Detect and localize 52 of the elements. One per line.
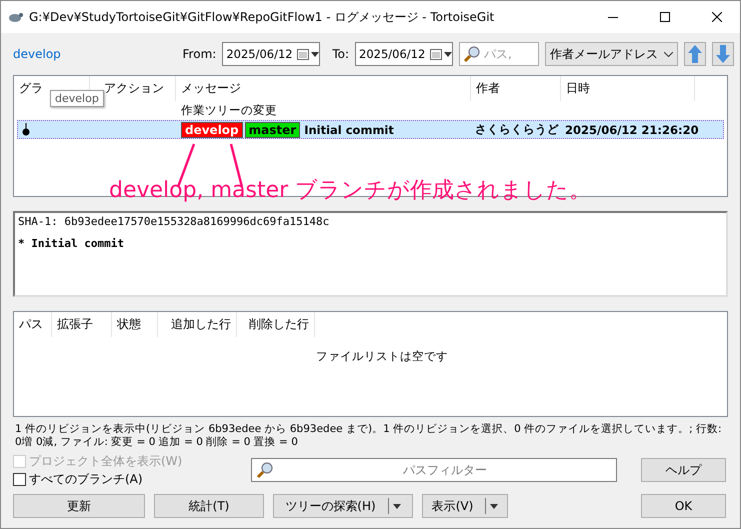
column-header[interactable]: 日時 [561,76,695,101]
ok-button[interactable]: OK [641,494,726,518]
search-icon [463,46,481,62]
commit-node-icon [22,122,30,136]
column-header[interactable]: パス [14,312,52,337]
help-button[interactable]: ヘルプ [641,458,726,482]
chevron-icon [664,52,673,56]
minimize-icon [608,16,618,18]
branch-link[interactable]: develop [13,47,171,61]
caret-icon [392,504,401,508]
down-arrow-button[interactable] [712,42,734,66]
maximize-icon [660,12,670,22]
column-header[interactable]: 削除した行 [237,312,315,337]
commit-message: Initial commit [304,122,394,136]
turtle-icon [7,10,23,24]
calendar-icon [297,48,310,60]
from-label: From: [182,47,216,61]
branch-label: develop [181,122,243,138]
to-label: To: [332,47,349,61]
caret-icon [311,52,320,56]
search-icon [256,462,274,478]
column-header[interactable]: 作者 [471,76,561,101]
commit-row[interactable]: develop master Initial commit さくらくらうど 2025/06/12 21:26:20 [17,120,724,139]
checkbox[interactable]: すべてのブランチ(A) [13,470,251,488]
status-text: 1 件のリビジョンを表示中(リビジョン 6b93edee から 6b93edee まで)。1 件のリビジョンを選択、0 件のファイルを選択しています。; 行数: 0増 0減, ファイル: 変更 = 0 追加 = 0 削除 = 0 置換 = 0 [15,423,723,450]
view-button[interactable]: 表示(V) [422,494,508,518]
statistics-button[interactable]: 統計(T) [154,494,264,518]
from-date-field[interactable]: 2025/06/12 [222,42,320,66]
close-icon [712,12,722,22]
sha-text: SHA-1: 6b93edee17570e155328a8169996dc69fa15148c [17,214,330,230]
column-header[interactable]: 追加した行 [158,312,237,337]
to-date-field[interactable]: 2025/06/12 [355,42,453,66]
date-cell: 2025/06/12 21:26:20 [565,122,699,136]
filter-dropdown[interactable]: 作者メールアドレス [545,42,678,66]
caret-icon [444,52,452,56]
branch-label: master [244,122,300,138]
tooltip: develop [50,90,104,107]
empty-list-message: ファイルリストは空です [316,349,448,364]
commit-message-text: * Initial commit [17,236,125,252]
column-header[interactable]: 拡張子 [52,312,112,337]
caret-icon [490,504,498,508]
refresh-button[interactable]: 更新 [13,494,145,518]
window-title: G:¥Dev¥StudyTortoiseGit¥GitFlow¥RepoGitFlow1 - ログメッセージ - TortoiseGit [29,8,496,26]
column-header[interactable]: メッセージ [176,76,471,101]
working-tree-message: 作業ツリーの変更 [180,103,278,118]
author-cell: さくらくらうど [475,122,559,137]
path-filter-field[interactable]: パスフィルター [251,458,617,482]
column-header[interactable]: 状態 [112,312,158,337]
annotation-text: develop, master ブランチが作成されました。 [109,177,592,205]
browse-tree-button[interactable]: ツリーの探索(H) [273,494,413,518]
up-arrow-button[interactable] [684,42,706,66]
calendar-icon [430,48,442,60]
